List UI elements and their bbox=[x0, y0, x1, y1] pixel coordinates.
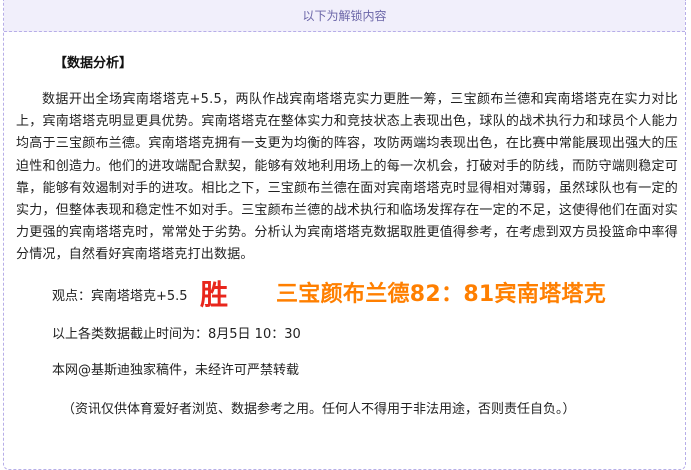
section-heading: 【数据分析】 bbox=[54, 56, 133, 71]
opinion-label: 观点：宾南塔塔克+5.5 bbox=[52, 288, 188, 304]
data-cutoff-time: 以上各类数据截止时间为：8月5日 10：30 bbox=[52, 326, 301, 342]
article-body: 【数据分析】 数据开出全场宾南塔塔克+5.5，两队作战宾南塔塔克实力更胜一筹，三… bbox=[16, 32, 678, 417]
predicted-score: 三宝颜布兰德82：81宾南塔塔克 bbox=[276, 281, 607, 307]
unlock-banner: 以下为解锁内容 bbox=[4, 0, 685, 32]
unlocked-content-frame: 以下为解锁内容 【数据分析】 数据开出全场宾南塔塔克+5.5，两队作战宾南塔塔克… bbox=[3, 0, 686, 470]
disclaimer-notice: （资讯仅供体育爱好者浏览、数据参考之用。任何人不得用于非法用途，否则责任自负。） bbox=[62, 401, 576, 417]
analysis-paragraph: 数据开出全场宾南塔塔克+5.5，两队作战宾南塔塔克实力更胜一筹，三宝颜布兰德和宾… bbox=[16, 92, 678, 263]
copyright-notice: 本网@基斯迪独家稿件，未经许可严禁转载 bbox=[52, 362, 300, 378]
opinion-row: 观点：宾南塔塔克+5.5 胜 三宝颜布兰德82：81宾南塔塔克 bbox=[16, 273, 678, 311]
opinion-result: 胜 bbox=[200, 277, 229, 311]
